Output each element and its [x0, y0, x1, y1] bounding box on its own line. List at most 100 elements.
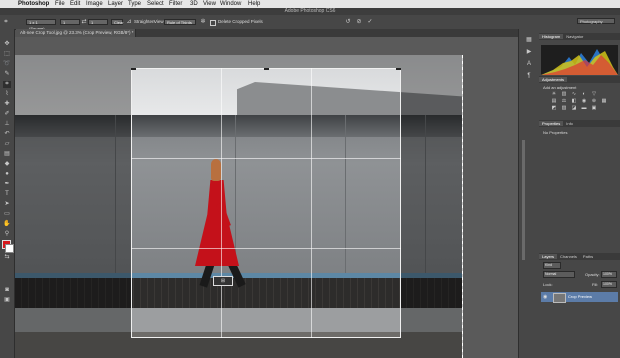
black-white-icon[interactable]: ◧: [571, 99, 577, 104]
crop-handle-tl[interactable]: [131, 68, 136, 70]
color-balance-icon[interactable]: ⚖: [561, 99, 567, 104]
tab-paths[interactable]: Paths: [580, 254, 596, 259]
quick-mask-mode-icon[interactable]: ◙: [3, 287, 11, 294]
thirds-grid-line: [311, 68, 312, 338]
tab-layers[interactable]: Layers: [539, 254, 558, 259]
menu-3d[interactable]: 3D: [190, 0, 198, 8]
background-color-swatch[interactable]: [5, 244, 14, 253]
properties-panel-header: Properties Info: [539, 120, 620, 127]
tab-properties[interactable]: Properties: [539, 121, 564, 126]
menu-select[interactable]: Select: [147, 0, 164, 8]
eye-icon[interactable]: ◉: [543, 292, 547, 302]
menu-layer[interactable]: Layer: [108, 0, 123, 8]
menu-edit[interactable]: Edit: [70, 0, 80, 8]
layer-filter-kind[interactable]: Kind: [543, 262, 561, 269]
reset-icon[interactable]: ↺: [345, 19, 351, 25]
invert-icon[interactable]: ◩: [551, 106, 557, 111]
view-select[interactable]: Rule of Thirds: [164, 19, 196, 25]
path-select-icon[interactable]: ➤: [3, 201, 11, 208]
healing-brush-icon[interactable]: ✚: [3, 101, 11, 108]
brush-tool-icon[interactable]: ✐: [3, 111, 11, 118]
vertical-scrollbar[interactable]: [522, 140, 525, 260]
hue-sat-icon[interactable]: ▤: [551, 99, 557, 104]
workspace-select[interactable]: Photography: [577, 18, 615, 24]
character-icon[interactable]: A: [525, 61, 533, 68]
crop-shield-bottom: [131, 338, 401, 358]
pen-tool-icon[interactable]: ✒: [3, 181, 11, 188]
paragraph-icon[interactable]: ¶: [525, 73, 533, 80]
color-lookup-icon[interactable]: ▦: [601, 99, 607, 104]
crop-box[interactable]: [131, 68, 401, 338]
blur-tool-icon[interactable]: ◆: [3, 161, 11, 168]
adjustment-buttons: ☀ ▥ ∿ ◐ ▽ ▤ ⚖ ◧ ◉ ⊕ ▦ ◩ ▨ ◪ ▬ ▣: [543, 92, 615, 111]
menu-window[interactable]: Window: [220, 0, 241, 8]
crop-center-icon[interactable]: ⊞: [213, 276, 233, 286]
dodge-tool-icon[interactable]: ●: [3, 171, 11, 178]
width-input[interactable]: 1: [60, 19, 80, 25]
menu-view[interactable]: View: [203, 0, 216, 8]
blend-mode-select[interactable]: Normal: [543, 271, 575, 278]
height-input[interactable]: 1: [88, 19, 108, 25]
zoom-tool-icon[interactable]: ⚲: [3, 231, 11, 238]
menu-image[interactable]: Image: [86, 0, 103, 8]
tab-histogram[interactable]: Histogram: [539, 34, 564, 39]
menu-filter[interactable]: Filter: [169, 0, 182, 8]
fill-input[interactable]: 100%: [601, 281, 617, 288]
adjustments-subtitle: Add an adjustment: [543, 85, 577, 90]
threshold-icon[interactable]: ◪: [571, 106, 577, 111]
straighten-label[interactable]: Straighten: [134, 15, 155, 29]
straighten-icon[interactable]: ⊿: [126, 19, 132, 25]
clone-stamp-icon[interactable]: ⊥: [3, 121, 11, 128]
actions-icon[interactable]: ▶: [525, 49, 533, 56]
app-name[interactable]: Photoshop: [18, 0, 49, 8]
ratio-select[interactable]: 1 x 1 (Square): [26, 19, 56, 31]
photo-filter-icon[interactable]: ◉: [581, 99, 587, 104]
menu-file[interactable]: File: [55, 0, 65, 8]
eyedropper-icon[interactable]: ⌇: [3, 91, 11, 98]
exposure-icon[interactable]: ◐: [581, 92, 587, 97]
quick-select-icon[interactable]: ✎: [3, 71, 11, 78]
cancel-icon[interactable]: ⊘: [356, 19, 362, 25]
levels-icon[interactable]: ▥: [561, 92, 567, 97]
crop-handle-top[interactable]: [264, 68, 269, 70]
crop-tool-icon[interactable]: ⌗: [3, 81, 11, 88]
tab-navigator[interactable]: Navigator: [563, 34, 586, 39]
tab-adjustments[interactable]: Adjustments: [539, 77, 568, 82]
opacity-input[interactable]: 100%: [601, 271, 617, 278]
layer-name[interactable]: Crop Preview: [568, 292, 592, 302]
brightness-icon[interactable]: ☀: [551, 92, 557, 97]
crop-tool-icon[interactable]: ⌗: [3, 19, 9, 25]
document-tab[interactable]: Alt-nee Crop Tool.jpg @ 23.3% (Crop Prev…: [16, 29, 136, 37]
screen-mode-icon[interactable]: ▣: [3, 297, 11, 304]
layer-thumbnail: [553, 293, 566, 303]
marquee-tool-icon[interactable]: ⬚: [3, 51, 11, 58]
eraser-icon[interactable]: ▱: [3, 141, 11, 148]
shape-tool-icon[interactable]: ▭: [3, 211, 11, 218]
commit-icon[interactable]: ✓: [367, 19, 373, 25]
curves-icon[interactable]: ∿: [571, 92, 577, 97]
type-tool-icon[interactable]: T: [3, 191, 11, 198]
posterize-icon[interactable]: ▨: [561, 106, 567, 111]
tab-channels[interactable]: Channels: [557, 254, 580, 259]
lasso-tool-icon[interactable]: ➰: [3, 61, 11, 68]
tab-info[interactable]: Info: [563, 121, 576, 126]
quick-mask-icon[interactable]: [3, 257, 11, 264]
swap-icon[interactable]: ⇄: [81, 19, 87, 25]
hand-tool-icon[interactable]: ✋: [3, 221, 11, 228]
fill-label: Fill:: [592, 282, 599, 287]
crop-handle-tr[interactable]: [396, 68, 401, 70]
menu-help[interactable]: Help: [248, 0, 260, 8]
channel-mixer-icon[interactable]: ⊕: [591, 99, 597, 104]
history-icon[interactable]: ▦: [525, 37, 533, 44]
gradient-tool-icon[interactable]: ▤: [3, 151, 11, 158]
gradient-map-icon[interactable]: ▬: [581, 106, 587, 111]
crop-shield-right: [401, 55, 462, 358]
history-brush-icon[interactable]: ↶: [3, 131, 11, 138]
menu-type[interactable]: Type: [128, 0, 141, 8]
clear-button[interactable]: Clear: [111, 19, 124, 25]
delete-cropped-checkbox[interactable]: [210, 20, 216, 26]
move-tool-icon[interactable]: ✥: [3, 41, 11, 48]
selective-color-icon[interactable]: ▣: [591, 106, 597, 111]
gear-icon[interactable]: ✲: [200, 19, 206, 25]
vibrance-icon[interactable]: ▽: [591, 92, 597, 97]
